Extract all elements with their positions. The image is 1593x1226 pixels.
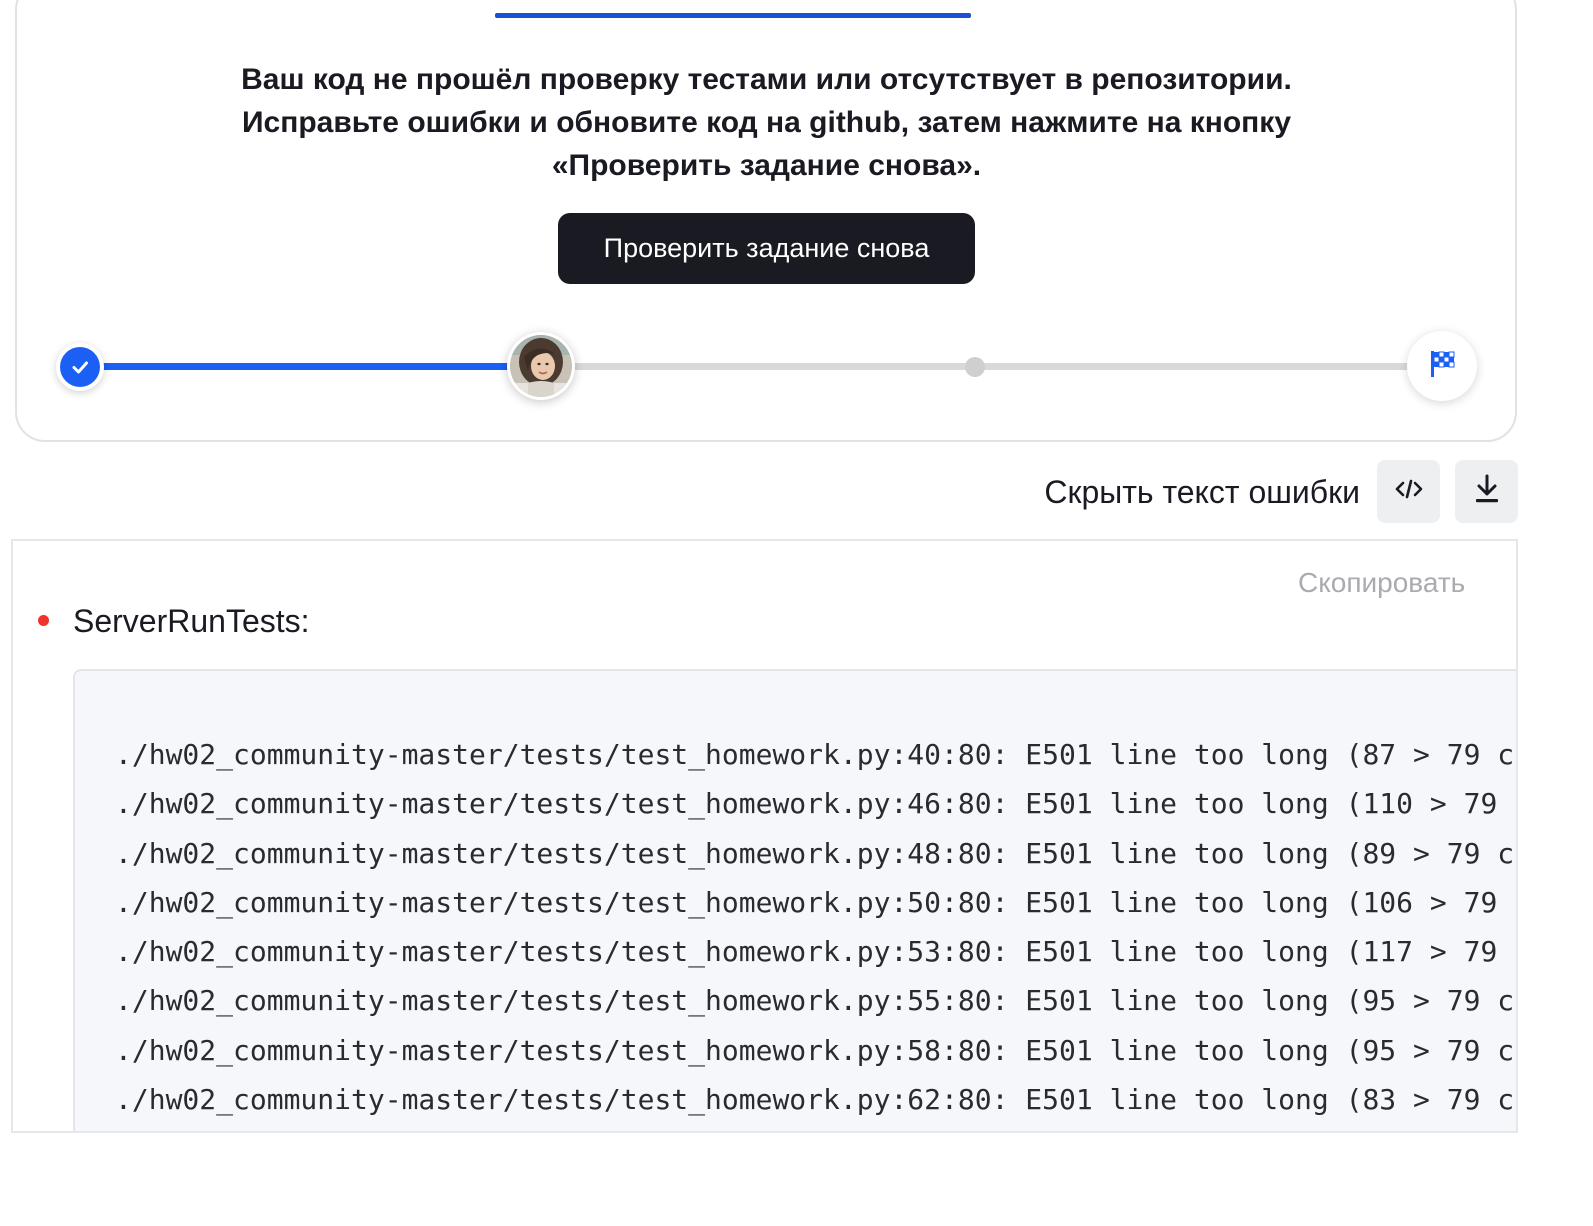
review-status-page: Ваш код не прошёл проверку тестами или о… — [0, 0, 1593, 1226]
active-tab-indicator — [495, 13, 971, 18]
view-code-button[interactable] — [1377, 460, 1440, 523]
status-message: Ваш код не прошёл проверку тестами или о… — [241, 63, 1292, 182]
error-log-box[interactable]: ./hw02_community-master/tests/test_homew… — [73, 669, 1518, 1131]
log-line: ./hw02_community-master/tests/test_homew… — [115, 738, 1518, 771]
checkered-flag-icon — [1428, 349, 1456, 384]
code-icon — [1394, 478, 1424, 505]
progress-track-fill — [80, 363, 543, 370]
log-line: ./hw02_community-master/tests/test_homew… — [115, 885, 1518, 919]
progress-step-pending — [965, 357, 985, 377]
hide-error-text-toggle[interactable]: Скрыть текст ошибки — [1044, 470, 1360, 514]
log-line: ./hw02_community-master/tests/test_homew… — [115, 1033, 1518, 1067]
check-icon — [60, 347, 100, 387]
log-line: ./hw02_community-master/tests/test_homew… — [115, 836, 1518, 870]
copy-button[interactable]: Скопировать — [1298, 567, 1465, 599]
log-line: ./hw02_community-master/tests/test_homew… — [115, 935, 1518, 969]
error-panel: Скопировать ServerRunTests: ./hw02_commu… — [11, 539, 1518, 1133]
log-line: ./hw02_community-master/tests/test_homew… — [115, 1083, 1518, 1117]
error-status-dot — [38, 615, 49, 626]
retry-check-button[interactable]: Проверить задание снова — [558, 213, 975, 284]
log-line: ./hw02_community-master/tests/test_homew… — [115, 787, 1518, 821]
progress-step-finish — [1407, 331, 1477, 401]
progress-step-completed — [56, 343, 104, 391]
test-suite-name: ServerRunTests: — [73, 603, 310, 639]
download-log-button[interactable] — [1455, 460, 1518, 523]
error-log-lines: ./hw02_community-master/tests/test_homew… — [115, 730, 1518, 1124]
log-line: ./hw02_community-master/tests/test_homew… — [115, 984, 1518, 1018]
download-icon — [1474, 474, 1500, 509]
reviewer-avatar[interactable] — [507, 332, 575, 400]
